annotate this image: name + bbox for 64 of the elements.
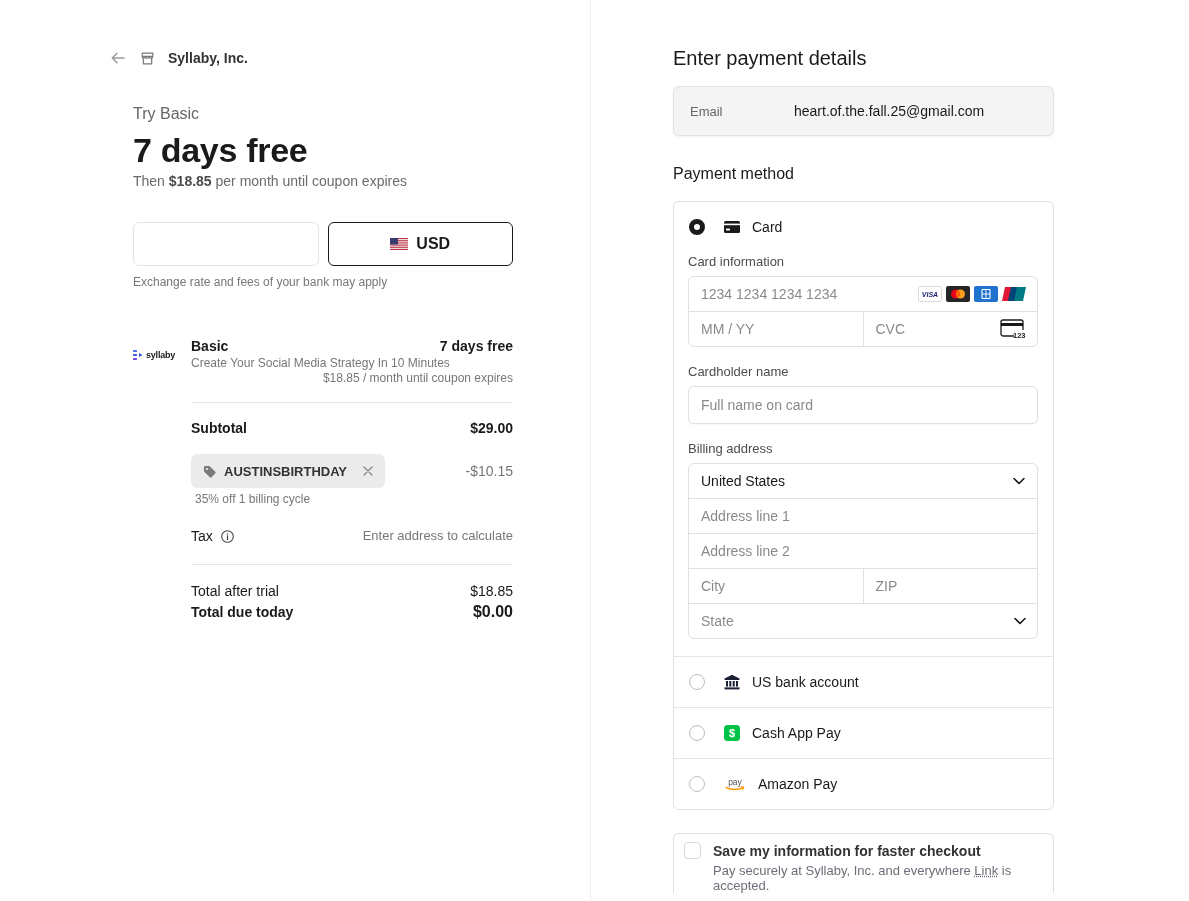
- product-name: Basic: [191, 337, 229, 355]
- card-brand-icon: [974, 286, 998, 302]
- email-label: Email: [690, 103, 724, 119]
- currency-option[interactable]: [133, 222, 319, 266]
- address-line-field[interactable]: Address line 2: [688, 533, 1038, 569]
- country-select[interactable]: United States: [688, 463, 1038, 499]
- payment-method-label[interactable]: Cash App Pay: [752, 725, 841, 741]
- remove-coupon-button[interactable]: [363, 466, 374, 476]
- currency-option[interactable]: USD: [327, 222, 513, 266]
- info-icon[interactable]: [220, 529, 234, 543]
- field-label: Cardholder name: [688, 364, 789, 380]
- back-arrow-icon[interactable]: [111, 52, 125, 64]
- price-subtitle: Then $18.85 per month until coupon expires: [133, 172, 407, 190]
- trial-headline: 7 days free: [133, 130, 308, 171]
- payment-method-label[interactable]: Card: [752, 219, 783, 235]
- product-price: 7 days free: [439, 337, 513, 355]
- tax-value: Enter address to calculate: [362, 527, 513, 545]
- email-value: heart.of.the.fall.25@gmail.com: [794, 103, 985, 119]
- payment-method-label[interactable]: US bank account: [752, 674, 859, 690]
- chevron-down-icon: [1014, 617, 1026, 625]
- subtotal-label: Subtotal: [191, 419, 247, 437]
- card-brand-icon: [1002, 286, 1026, 302]
- credit-card-icon: [724, 221, 740, 233]
- expiry-field[interactable]: MM / YY: [688, 311, 864, 347]
- total-value: $18.85: [470, 582, 513, 600]
- section-title: Enter payment details: [673, 46, 867, 70]
- subtotal-value: $29.00: [470, 419, 513, 437]
- save-info-title: Save my information for faster checkout: [713, 842, 982, 860]
- field-label: Card information: [688, 254, 785, 270]
- bank-building-icon: [724, 674, 740, 690]
- store-icon: [141, 51, 154, 65]
- radio-button[interactable]: [689, 219, 705, 235]
- radio-button[interactable]: [689, 776, 705, 792]
- total-value: $0.00: [472, 603, 513, 621]
- checkbox[interactable]: [684, 842, 701, 859]
- exchange-rate-note: Exchange rate and fees of your bank may apply: [133, 274, 388, 290]
- logo-mark-icon: [133, 350, 143, 360]
- total-label: Total due today: [191, 603, 294, 621]
- coupon-note: 35% off 1 billing cycle: [195, 491, 311, 507]
- close-icon: [363, 466, 374, 476]
- field-label: Billing address: [688, 441, 773, 457]
- coupon-code: AUSTINSBIRTHDAY: [224, 463, 348, 479]
- tag-icon: [203, 464, 216, 478]
- tax-label: Tax: [191, 527, 213, 545]
- payment-method-label[interactable]: Amazon Pay: [758, 776, 838, 792]
- save-info-description: Pay securely at Syllaby, Inc. and everywhere Link is accepted.: [713, 863, 1013, 893]
- discount-value: -$10.15: [465, 463, 513, 479]
- chevron-down-icon: [1013, 477, 1025, 485]
- plan-title: Try Basic: [133, 104, 200, 124]
- us-flag-icon: [390, 238, 409, 250]
- card-brand-icon: [946, 286, 970, 302]
- link[interactable]: Link: [974, 863, 999, 878]
- price-note: $18.85 / month until coupon expires: [322, 371, 513, 386]
- product-logo-text: syllaby: [146, 350, 176, 360]
- section-heading: Payment method: [673, 164, 794, 184]
- product-description: Create Your Social Media Strategy In 10 Minutes: [191, 356, 450, 371]
- radio-button[interactable]: [689, 725, 705, 741]
- address-line-field[interactable]: Address line 1: [688, 498, 1038, 534]
- state-select[interactable]: State: [688, 603, 1038, 639]
- radio-button[interactable]: [689, 674, 705, 690]
- dollar-sign-icon: $: [724, 725, 740, 741]
- total-label: Total after trial: [191, 582, 279, 600]
- merchant-name: Syllaby, Inc.: [168, 50, 248, 66]
- cardholder-name-field[interactable]: Full name on card: [688, 386, 1038, 424]
